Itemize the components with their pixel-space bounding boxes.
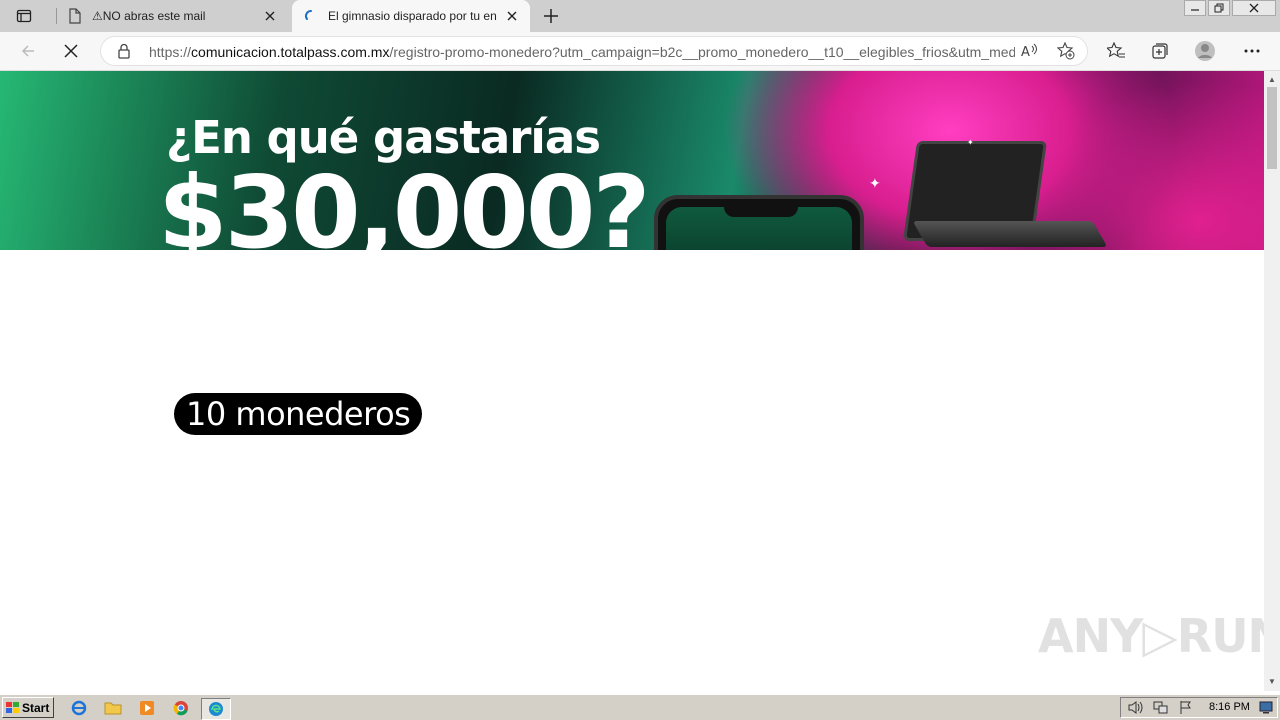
clock[interactable]: 8:16 PM bbox=[1209, 701, 1250, 713]
new-tab-button[interactable] bbox=[538, 4, 564, 28]
scroll-down-icon[interactable]: ▼ bbox=[1264, 675, 1280, 689]
sparkle-icon: ✦ bbox=[967, 138, 974, 147]
read-aloud-icon[interactable]: A bbox=[1021, 43, 1039, 64]
settings-menu-button[interactable] bbox=[1238, 37, 1266, 65]
stop-icon bbox=[64, 44, 78, 58]
monederos-badge: 10 monederos bbox=[174, 393, 423, 435]
svg-text:A: A bbox=[1021, 45, 1030, 59]
tab-title: El gimnasio disparado por tu en bbox=[328, 9, 497, 23]
avatar-icon bbox=[1195, 41, 1215, 61]
page-icon bbox=[69, 8, 81, 24]
scrollbar-thumb[interactable] bbox=[1267, 87, 1277, 169]
url-host: comunicacion.totalpass.com.mx bbox=[191, 44, 390, 60]
start-button[interactable]: Start bbox=[2, 697, 54, 718]
anyrun-watermark: ANY▷RUN bbox=[1038, 609, 1264, 663]
show-desktop-icon[interactable] bbox=[1259, 701, 1273, 719]
vertical-scrollbar[interactable]: ▲ ▼ bbox=[1264, 71, 1280, 691]
url-text: https://comunicacion.totalpass.com.mx/re… bbox=[149, 44, 1015, 60]
restore-icon bbox=[1214, 3, 1224, 13]
favorites-button[interactable] bbox=[1102, 37, 1130, 65]
plus-icon bbox=[544, 9, 558, 23]
system-tray: 8:16 PM bbox=[1120, 697, 1278, 718]
laptop-base-image bbox=[912, 221, 1108, 247]
stop-loading-button[interactable] bbox=[57, 37, 85, 65]
tab-no-abras[interactable]: ⚠NO abras este mail bbox=[56, 0, 288, 32]
close-tab-icon[interactable] bbox=[258, 4, 282, 28]
collections-icon bbox=[1152, 43, 1168, 59]
back-arrow-icon bbox=[21, 45, 34, 57]
add-favorite-icon[interactable] bbox=[1056, 41, 1075, 65]
address-bar[interactable]: https://comunicacion.totalpass.com.mx/re… bbox=[100, 36, 1088, 66]
more-icon bbox=[1244, 49, 1260, 53]
url-path: /registro-promo-monedero?utm_campaign=b2… bbox=[389, 44, 1015, 60]
taskbar: Start 8:16 PM bbox=[0, 694, 1280, 720]
favorites-icon bbox=[1107, 42, 1125, 58]
banner-amount: $30,000? bbox=[158, 154, 650, 251]
tab-gimnasio[interactable]: El gimnasio disparado por tu en bbox=[292, 0, 530, 32]
start-label: Start bbox=[22, 700, 50, 715]
network-icon[interactable] bbox=[1153, 700, 1169, 720]
tab-strip: ⚠NO abras este mail El gimnasio disparad… bbox=[0, 0, 1280, 32]
internet-explorer-icon[interactable] bbox=[68, 698, 90, 718]
phone-image bbox=[654, 195, 864, 250]
loading-spinner-icon bbox=[305, 10, 312, 20]
close-tab-icon[interactable] bbox=[500, 4, 524, 28]
tab-actions-button[interactable] bbox=[8, 4, 40, 28]
volume-icon[interactable] bbox=[1127, 700, 1143, 720]
tab-title: ⚠NO abras este mail bbox=[92, 9, 206, 23]
chrome-icon[interactable] bbox=[170, 698, 192, 718]
windows-logo-icon bbox=[6, 701, 19, 713]
edge-icon[interactable] bbox=[201, 698, 231, 720]
folder-icon[interactable] bbox=[102, 698, 124, 718]
close-window-button[interactable] bbox=[1232, 0, 1276, 16]
minimize-button[interactable] bbox=[1184, 0, 1206, 16]
scroll-up-icon[interactable]: ▲ bbox=[1264, 73, 1280, 87]
lock-icon[interactable] bbox=[117, 43, 131, 64]
browser-toolbar: https://comunicacion.totalpass.com.mx/re… bbox=[0, 32, 1280, 71]
restore-button[interactable] bbox=[1208, 0, 1230, 16]
close-icon bbox=[1249, 3, 1259, 13]
minimize-icon bbox=[1191, 9, 1199, 11]
profile-button[interactable] bbox=[1191, 37, 1219, 65]
tab-actions-icon bbox=[16, 9, 32, 23]
collections-button[interactable] bbox=[1146, 37, 1174, 65]
media-player-icon[interactable] bbox=[136, 698, 158, 718]
promo-banner: ✦ ✦ ¿En qué gastarías $30,000? bbox=[0, 71, 1264, 250]
flag-icon[interactable] bbox=[1179, 700, 1193, 720]
page-content: ✦ ✦ ¿En qué gastarías $30,000? 10 monede… bbox=[0, 71, 1264, 691]
url-scheme: https:// bbox=[149, 44, 192, 60]
sparkle-icon: ✦ bbox=[869, 175, 881, 191]
back-button[interactable] bbox=[14, 37, 42, 65]
